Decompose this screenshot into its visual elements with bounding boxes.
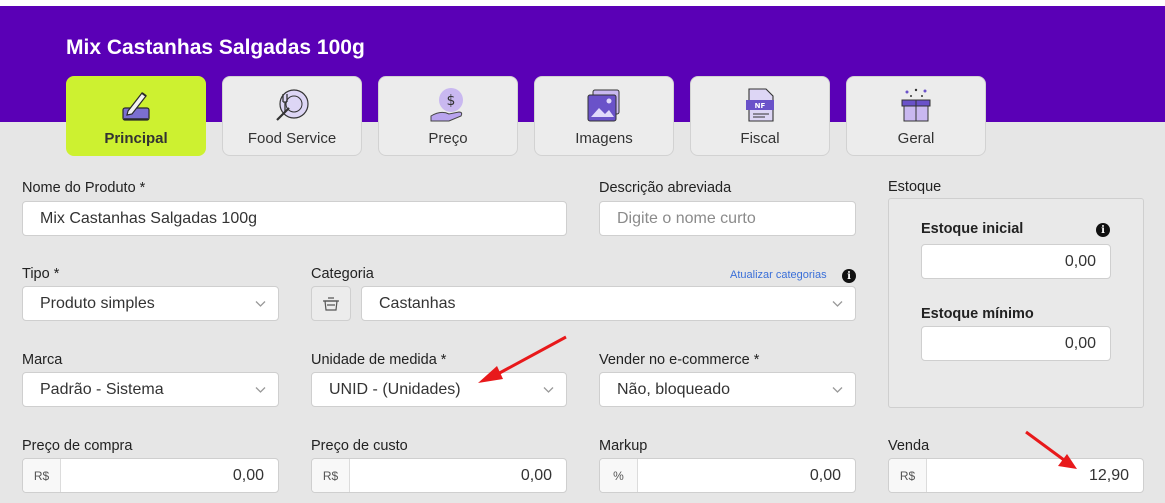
estoque-minimo-input[interactable]: 0,00 (921, 326, 1111, 361)
tipo-select[interactable]: Produto simples (22, 286, 279, 321)
nome-input[interactable]: Mix Castanhas Salgadas 100g (22, 201, 567, 236)
estoque-title: Estoque (888, 179, 942, 195)
unidade-label: Unidade de medida * (311, 352, 447, 368)
tab-fiscal[interactable]: NF Fiscal (690, 76, 830, 156)
preco-custo-value: 0,00 (520, 466, 552, 484)
tab-geral[interactable]: Geral (846, 76, 986, 156)
basket-icon (323, 296, 339, 311)
markup-value: 0,00 (809, 466, 841, 484)
annotation-arrow-unidade (493, 335, 567, 378)
estoque-minimo-label: Estoque mínimo (921, 306, 1034, 322)
preco-compra-label: Preço de compra (22, 438, 133, 454)
tab-label: Preço (428, 130, 468, 147)
category-list-button[interactable] (311, 286, 351, 321)
descricao-placeholder: Digite o nome curto (617, 209, 756, 227)
descricao-input[interactable]: Digite o nome curto (599, 201, 856, 236)
chevron-down-icon (255, 387, 266, 393)
annotation-arrow-venda (1025, 430, 1065, 462)
food-service-icon (276, 89, 309, 121)
chevron-down-icon (832, 301, 843, 307)
gift-box-icon (901, 88, 931, 122)
estoque-inicial-label: Estoque inicial (921, 221, 1024, 237)
tab-principal[interactable]: Principal (66, 76, 206, 156)
estoque-inicial-value: 0,00 (1064, 252, 1096, 270)
unidade-select[interactable]: UNID - (Unidades) (311, 372, 567, 407)
markup-label: Markup (599, 438, 648, 454)
categoria-select[interactable]: Castanhas (361, 286, 856, 321)
currency-prefix: R$ (889, 459, 927, 492)
currency-prefix: R$ (23, 459, 61, 492)
estoque-inicial-input[interactable]: 0,00 (921, 244, 1111, 279)
marca-select[interactable]: Padrão - Sistema (22, 372, 279, 407)
tab-imagens[interactable]: Imagens (534, 76, 674, 156)
estoque-minimo-value: 0,00 (1064, 334, 1096, 352)
tipo-label: Tipo * (22, 266, 60, 282)
preco-compra-value: 0,00 (232, 466, 264, 484)
currency-prefix: R$ (312, 459, 350, 492)
venda-value: 12,90 (1088, 466, 1129, 484)
chevron-down-icon (543, 387, 554, 393)
fiscal-nf-icon: NF (746, 88, 774, 122)
marca-value: Padrão - Sistema (40, 380, 164, 398)
chevron-down-icon (832, 387, 843, 393)
money-hand-icon: $ (430, 88, 463, 122)
tab-label: Imagens (575, 130, 633, 147)
venda-input[interactable]: R$ 12,90 (888, 458, 1144, 493)
tipo-value: Produto simples (40, 294, 155, 312)
tab-label: Geral (897, 130, 935, 147)
tab-preco[interactable]: $ Preço (378, 76, 518, 156)
images-icon (587, 89, 620, 122)
nome-value: Mix Castanhas Salgadas 100g (40, 209, 258, 227)
pencil-edit-icon (122, 92, 150, 121)
venda-label: Venda (888, 438, 930, 454)
info-icon[interactable]: i (1096, 223, 1110, 237)
nome-label: Nome do Produto * (22, 180, 146, 196)
unidade-value: UNID - (Unidades) (329, 380, 461, 398)
tab-label: Fiscal (740, 130, 780, 147)
categoria-label: Categoria (311, 266, 374, 282)
preco-custo-input[interactable]: R$ 0,00 (311, 458, 567, 493)
marca-label: Marca (22, 352, 63, 368)
ecommerce-value: Não, bloqueado (617, 380, 730, 398)
tab-food-service[interactable]: Food Service (222, 76, 362, 156)
svg-text:$: $ (447, 93, 456, 109)
chevron-down-icon (255, 301, 266, 307)
descricao-label: Descrição abreviada (599, 180, 732, 196)
percent-prefix: % (600, 459, 638, 492)
markup-input[interactable]: % 0,00 (599, 458, 856, 493)
preco-custo-label: Preço de custo (311, 438, 408, 454)
categoria-value: Castanhas (379, 294, 456, 312)
tab-label: Food Service (247, 130, 337, 147)
svg-text:NF: NF (755, 102, 766, 110)
tab-label: Principal (104, 130, 168, 147)
product-title: Mix Castanhas Salgadas 100g (66, 36, 365, 59)
ecommerce-select[interactable]: Não, bloqueado (599, 372, 856, 407)
atualizar-categorias-link[interactable]: Atualizar categorias (730, 269, 827, 281)
ecommerce-label: Vender no e-commerce * (599, 352, 760, 368)
info-icon[interactable]: i (842, 269, 856, 283)
preco-compra-input[interactable]: R$ 0,00 (22, 458, 279, 493)
